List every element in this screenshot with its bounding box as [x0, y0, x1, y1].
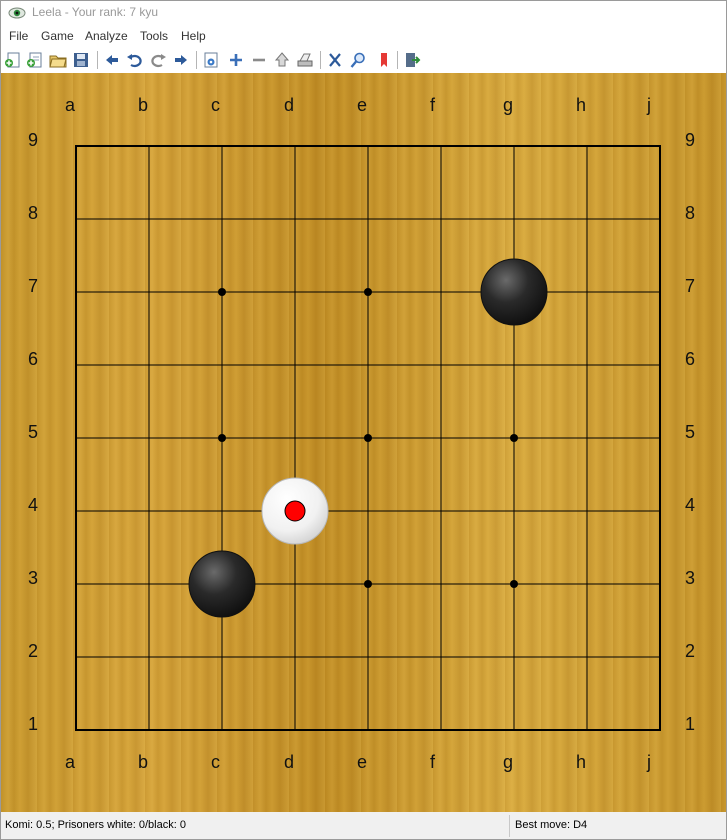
column-label-bottom: a	[65, 752, 76, 772]
toolbar-separator	[320, 51, 321, 69]
zoom-out-icon[interactable]	[250, 51, 268, 69]
toolbar-separator	[397, 51, 398, 69]
exit-icon[interactable]	[403, 51, 421, 69]
new-custom-game-icon[interactable]	[26, 51, 44, 69]
analysis-settings-icon[interactable]	[202, 51, 220, 69]
row-label-left: 7	[28, 276, 39, 296]
row-label-left: 3	[28, 568, 39, 588]
leela-eye-icon	[8, 5, 26, 21]
column-label-top: g	[503, 95, 514, 115]
bookmark-icon[interactable]	[375, 51, 393, 69]
menu-bar: File Game Analyze Tools Help	[1, 25, 726, 47]
row-label-right: 5	[685, 422, 696, 442]
star-point	[364, 288, 372, 296]
status-divider	[509, 815, 510, 837]
application-window: Leela - Your rank: 7 kyu File Game Analy…	[0, 0, 727, 840]
star-point	[364, 434, 372, 442]
row-label-right: 8	[685, 203, 696, 223]
row-label-right: 9	[685, 130, 696, 150]
best-move-status: Best move: D4	[515, 819, 588, 831]
column-label-top: a	[65, 95, 76, 115]
menu-file[interactable]: File	[9, 29, 28, 43]
row-label-right: 2	[685, 641, 696, 661]
column-label-bottom: j	[647, 752, 651, 772]
row-label-left: 2	[28, 641, 39, 661]
star-point	[364, 580, 372, 588]
undo-icon[interactable]	[126, 51, 144, 69]
go-board[interactable]	[1, 73, 726, 812]
row-label-left: 8	[28, 203, 39, 223]
column-label-bottom: b	[138, 752, 149, 772]
row-label-left: 4	[28, 495, 39, 515]
move-up-icon[interactable]	[273, 51, 291, 69]
row-label-right: 7	[685, 276, 696, 296]
column-label-bottom: h	[576, 752, 587, 772]
menu-game[interactable]: Game	[41, 29, 74, 43]
toolbar-separator	[196, 51, 197, 69]
toolbar	[1, 47, 726, 73]
zoom-in-icon[interactable]	[227, 51, 245, 69]
star-point	[510, 434, 518, 442]
star-point	[218, 434, 226, 442]
new-game-icon[interactable]	[4, 51, 22, 69]
row-label-left: 1	[28, 714, 39, 734]
star-point	[510, 580, 518, 588]
redo-icon[interactable]	[149, 51, 167, 69]
row-label-left: 5	[28, 422, 39, 442]
back-icon[interactable]	[103, 51, 121, 69]
column-label-bottom: c	[211, 752, 220, 772]
row-label-right: 1	[685, 714, 696, 734]
menu-tools[interactable]: Tools	[140, 29, 168, 43]
row-label-right: 3	[685, 568, 696, 588]
row-label-left: 6	[28, 349, 39, 369]
column-label-top: d	[284, 95, 295, 115]
go-board-area[interactable]: a b c d e f g h j a b c d e f g h j 9 8 …	[1, 73, 726, 812]
status-bar: Komi: 0.5; Prisoners white: 0/black: 0 B…	[1, 813, 726, 839]
column-label-bottom: g	[503, 752, 514, 772]
column-label-top: f	[430, 95, 436, 115]
row-label-left: 9	[28, 130, 39, 150]
game-info-status: Komi: 0.5; Prisoners white: 0/black: 0	[5, 819, 186, 831]
hint-icon[interactable]	[349, 51, 367, 69]
star-point	[218, 288, 226, 296]
open-icon[interactable]	[49, 51, 67, 69]
resign-icon[interactable]	[326, 51, 344, 69]
print-icon[interactable]	[296, 51, 314, 69]
column-label-bottom: e	[357, 752, 368, 772]
toolbar-separator	[97, 51, 98, 69]
black-stone	[188, 550, 256, 618]
column-label-top: j	[647, 95, 651, 115]
forward-icon[interactable]	[172, 51, 190, 69]
window-title: Leela - Your rank: 7 kyu	[32, 5, 159, 19]
column-label-bottom: f	[430, 752, 436, 772]
row-label-right: 4	[685, 495, 696, 515]
column-label-bottom: d	[284, 752, 295, 772]
title-bar: Leela - Your rank: 7 kyu	[1, 1, 726, 25]
black-stone	[480, 258, 548, 326]
column-label-top: h	[576, 95, 587, 115]
column-label-top: b	[138, 95, 149, 115]
menu-help[interactable]: Help	[181, 29, 206, 43]
column-label-top: c	[211, 95, 220, 115]
column-label-top: e	[357, 95, 368, 115]
last-move-marker	[284, 500, 306, 522]
row-label-right: 6	[685, 349, 696, 369]
save-icon[interactable]	[72, 51, 90, 69]
menu-analyze[interactable]: Analyze	[85, 29, 128, 43]
